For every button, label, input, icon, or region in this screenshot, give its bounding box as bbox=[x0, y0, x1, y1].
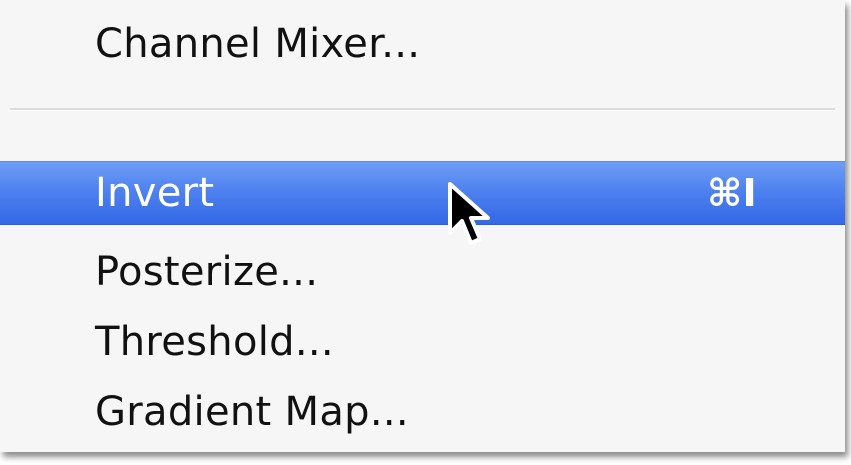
menu-item-posterize[interactable]: Posterize... bbox=[0, 240, 845, 304]
menu-item-shortcut: ⌘I bbox=[707, 171, 757, 215]
menu-separator bbox=[10, 108, 835, 111]
menu-item-invert[interactable]: Invert ⌘I bbox=[0, 161, 845, 225]
menu-item-gradient-map[interactable]: Gradient Map... bbox=[0, 380, 845, 444]
menu-item-label: Gradient Map... bbox=[95, 389, 409, 435]
menu-item-channel-mixer[interactable]: Channel Mixer... bbox=[0, 12, 845, 76]
menu-item-label: Posterize... bbox=[95, 249, 319, 295]
menu-item-label: Threshold... bbox=[95, 319, 334, 365]
menu-item-label: Channel Mixer... bbox=[95, 21, 421, 67]
arrow-pointer-icon bbox=[448, 182, 490, 245]
menu-item-threshold[interactable]: Threshold... bbox=[0, 310, 845, 374]
adjustments-menu: Channel Mixer... Invert ⌘I Posterize... … bbox=[0, 0, 845, 452]
menu-item-label: Invert bbox=[95, 170, 215, 216]
